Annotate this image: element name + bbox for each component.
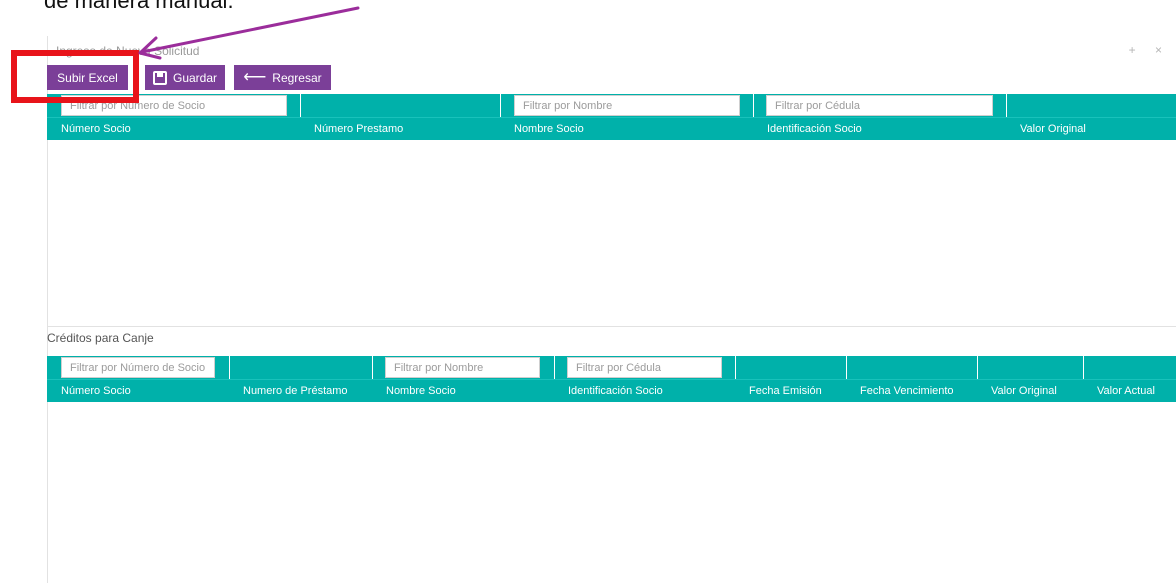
column-divider: [977, 356, 978, 379]
highlight-box: [11, 50, 139, 103]
column-divider: [1083, 356, 1084, 379]
column-header[interactable]: Nombre Socio: [372, 380, 554, 403]
arrow-left-icon: ⟵: [243, 68, 267, 86]
column-header[interactable]: Número Socio: [47, 380, 229, 403]
column-header[interactable]: Numero de Préstamo: [229, 380, 372, 403]
column-header[interactable]: Nombre Socio: [500, 118, 753, 141]
column-header[interactable]: Valor Original: [977, 380, 1083, 403]
column-divider: [554, 356, 555, 379]
column-divider: [753, 94, 754, 117]
column-divider: [735, 356, 736, 379]
filter-cedula-input[interactable]: [567, 357, 722, 378]
back-label: Regresar: [272, 70, 322, 85]
section-title: Créditos para Canje: [47, 331, 154, 345]
filter-row: [47, 94, 1176, 117]
credits-grid: Número Socio Numero de Préstamo Nombre S…: [47, 356, 1176, 583]
column-divider: [846, 356, 847, 379]
request-grid: Número Socio Número Prestamo Nombre Soci…: [47, 94, 1176, 327]
save-label: Guardar: [172, 70, 218, 85]
column-header[interactable]: Número Socio: [47, 118, 300, 141]
column-header[interactable]: Fecha Vencimiento: [846, 380, 977, 403]
column-header[interactable]: Valor Original: [1006, 118, 1176, 141]
header-row: Número Socio Número Prestamo Nombre Soci…: [47, 117, 1176, 140]
filter-nombre-input[interactable]: [385, 357, 540, 378]
filter-row: [47, 356, 1176, 379]
column-header[interactable]: Identificación Socio: [554, 380, 735, 403]
column-header[interactable]: Valor Actual: [1083, 380, 1176, 403]
column-divider: [300, 94, 301, 117]
filter-cedula-input[interactable]: [766, 95, 993, 116]
panel-controls[interactable]: + ×: [1129, 43, 1170, 57]
column-header[interactable]: Fecha Emisión: [735, 380, 846, 403]
column-header[interactable]: Identificación Socio: [753, 118, 1006, 141]
column-divider: [1006, 94, 1007, 117]
annotation-arrow: [138, 6, 360, 60]
column-header[interactable]: Número Prestamo: [300, 118, 500, 141]
filter-socio-input[interactable]: [61, 357, 215, 378]
header-row: Número Socio Numero de Préstamo Nombre S…: [47, 379, 1176, 402]
floppy-disk-icon: [152, 70, 167, 85]
filter-nombre-input[interactable]: [514, 95, 740, 116]
column-divider: [229, 356, 230, 379]
column-divider: [500, 94, 501, 117]
column-divider: [372, 356, 373, 379]
